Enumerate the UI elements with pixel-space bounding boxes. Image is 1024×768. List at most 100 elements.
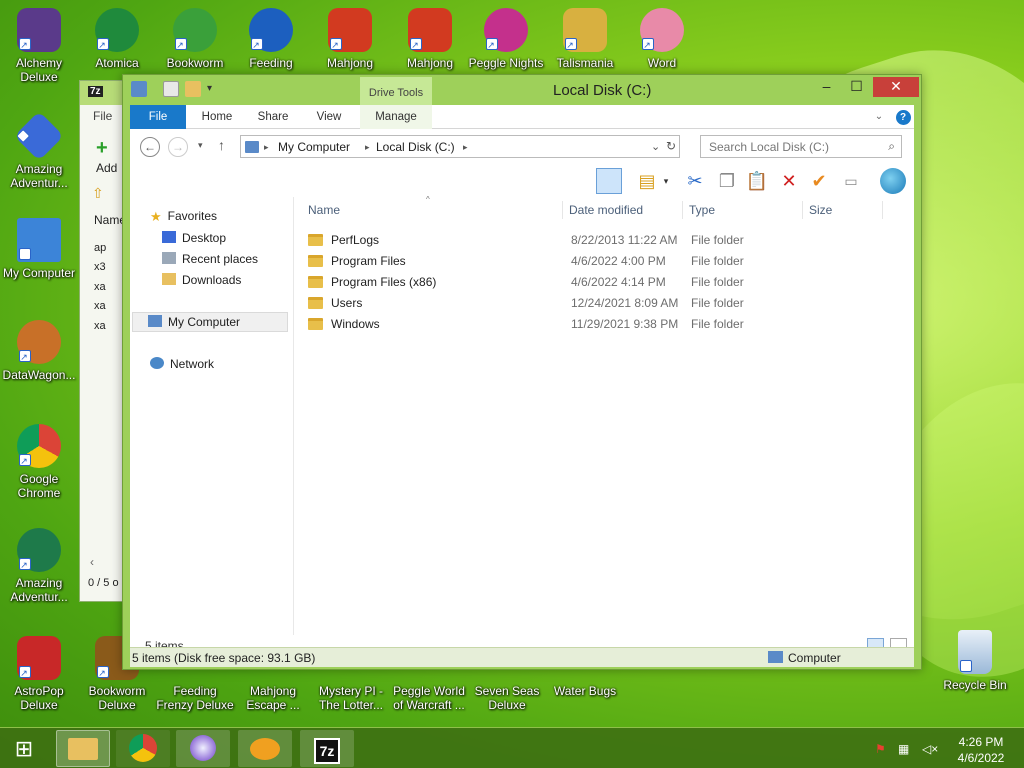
desktop-icon-alchemy-deluxe[interactable]: ↗ Alchemy Deluxe	[0, 8, 78, 84]
explorer-window[interactable]: ▾ Drive Tools Local Disk (C:) – ☐ ✕ File…	[122, 74, 922, 670]
column-header-size[interactable]: Size	[809, 203, 832, 217]
help-button[interactable]: ?	[894, 105, 912, 129]
desktop-icon-peggle-nights[interactable]: ↗ Peggle Nights	[467, 8, 545, 70]
table-row[interactable]: Users 12/24/2021 8:09 AM File folder	[304, 293, 904, 314]
seven-zip-window[interactable]: 7z File + Add ⇧ Name ap x3 xa xa xa ‹ 0 …	[79, 80, 127, 602]
column-divider[interactable]	[562, 201, 563, 219]
address-bar[interactable]: ▸ My Computer ▸ Local Disk (C:) ▸ ⌄	[240, 135, 680, 158]
desktop-icon-atomica[interactable]: ↗ Atomica	[78, 8, 156, 70]
breadcrumb-chevron-icon[interactable]: ▸	[365, 142, 370, 153]
maximize-button[interactable]: ☐	[843, 77, 870, 97]
desktop-icon-label: Google Chrome	[17, 472, 61, 500]
back-button[interactable]: ←	[140, 137, 160, 157]
network-icon[interactable]: ▦	[898, 742, 912, 756]
properties-icon[interactable]	[163, 81, 179, 97]
folder-options-icon[interactable]: ▤	[634, 168, 660, 194]
desktop-icon-word[interactable]: ↗ Word	[623, 8, 701, 70]
desktop-icon-google-chrome[interactable]: ↗ Google Chrome	[0, 424, 78, 500]
desktop-icon-bookworm[interactable]: ↗ Bookworm	[156, 8, 234, 70]
volume-muted-icon[interactable]: ◁×	[922, 742, 938, 756]
rename-icon[interactable]: ▭	[838, 168, 864, 194]
seven-zip-titlebar[interactable]: 7z	[80, 81, 126, 105]
recent-locations-icon[interactable]: ▾	[198, 140, 203, 151]
breadcrumb-local-disk[interactable]: Local Disk (C:)	[376, 140, 455, 154]
close-button[interactable]: ✕	[873, 77, 919, 97]
up-arrow-icon[interactable]: ↑	[218, 137, 225, 153]
seven-zip-icon: 7z	[313, 738, 341, 764]
window-titlebar[interactable]: ▾ Drive Tools Local Disk (C:) – ☐ ✕	[123, 75, 921, 107]
seven-zip-add-button[interactable]: Add	[96, 161, 117, 175]
column-header-type[interactable]: Type	[689, 203, 715, 217]
seven-zip-menu-file[interactable]: File	[80, 105, 126, 123]
minimize-button[interactable]: –	[813, 77, 840, 97]
cut-icon[interactable]: ✂	[682, 168, 708, 194]
column-divider[interactable]	[802, 201, 803, 219]
file-name: Program Files	[331, 254, 406, 268]
taskbar-clock[interactable]: 4:26 PM 4/6/2022	[948, 734, 1014, 766]
column-divider[interactable]	[882, 201, 883, 219]
list-item[interactable]: xa	[94, 278, 106, 297]
desktop-icon-amazing-adventures-1[interactable]: Amazing Adventur...	[0, 111, 78, 190]
new-folder-icon[interactable]	[185, 81, 201, 97]
list-item[interactable]: ap	[94, 239, 106, 258]
address-dropdown-icon[interactable]: ⌄	[651, 140, 660, 153]
search-input[interactable]: Search Local Disk (C:) ⌕	[700, 135, 902, 158]
desktop-icon-astropop-deluxe[interactable]: ↗ AstroPop Deluxe	[0, 636, 78, 712]
nav-my-computer[interactable]: My Computer	[132, 312, 288, 332]
nav-favorites[interactable]: ★ Favorites	[150, 209, 217, 224]
column-divider[interactable]	[682, 201, 683, 219]
table-row[interactable]: Program Files 4/6/2022 4:00 PM File fold…	[304, 251, 904, 272]
list-item[interactable]: x3	[94, 258, 106, 277]
paste-icon[interactable]: 📋	[744, 168, 770, 194]
chevron-down-icon[interactable]: ▾	[660, 168, 672, 194]
customize-qat-icon[interactable]: ▾	[207, 81, 223, 97]
taskbar-gem-app[interactable]	[176, 730, 230, 767]
nav-downloads[interactable]: Downloads	[162, 273, 241, 287]
up-folder-icon[interactable]: ⇧	[92, 185, 104, 202]
column-header-name[interactable]: Name	[308, 203, 340, 217]
file-date: 12/24/2021 8:09 AM	[571, 296, 679, 310]
nav-desktop[interactable]: Desktop	[162, 231, 226, 245]
tab-view[interactable]: View	[304, 105, 354, 129]
copy-icon[interactable]: ❐	[714, 168, 740, 194]
scroll-left-icon[interactable]: ‹	[90, 555, 94, 569]
taskbar-7zip[interactable]: 7z	[300, 730, 354, 767]
desktop-icon-label: Atomica	[95, 56, 139, 70]
table-row[interactable]: PerfLogs 8/22/2013 11:22 AM File folder	[304, 230, 904, 251]
nav-recent-places[interactable]: Recent places	[162, 252, 258, 266]
forward-button[interactable]: →	[168, 137, 188, 157]
desktop-icon-amazing-adventures-2[interactable]: ↗ Amazing Adventur...	[0, 528, 78, 604]
checkmark-icon[interactable]: ✔	[806, 168, 832, 194]
column-header-date[interactable]: Date modified	[569, 203, 643, 217]
desktop-icon-mahjong-2[interactable]: ↗ Mahjong	[391, 8, 469, 70]
action-center-flag-icon[interactable]: ⚑	[875, 742, 889, 756]
desktop-icon-datawagon[interactable]: ↗ DataWagon...	[0, 320, 78, 382]
chevron-down-icon[interactable]: ⌄	[870, 105, 888, 129]
desktop-icon-feeding[interactable]: ↗ Feeding	[232, 8, 310, 70]
desktop-icon-my-computer[interactable]: My Computer	[0, 218, 78, 280]
breadcrumb-my-computer[interactable]: My Computer	[278, 140, 350, 154]
tab-manage[interactable]: Manage	[360, 105, 432, 129]
preview-pane-icon[interactable]	[596, 168, 622, 194]
start-button[interactable]: ⊞	[0, 730, 48, 767]
nav-network[interactable]: Network	[150, 357, 214, 371]
delete-icon[interactable]: ✕	[776, 168, 802, 194]
desktop-icon-recycle-bin[interactable]: Recycle Bin	[936, 630, 1014, 692]
table-row[interactable]: Windows 11/29/2021 9:38 PM File folder	[304, 314, 904, 335]
taskbar-chrome[interactable]	[116, 730, 170, 767]
breadcrumb-chevron-icon[interactable]: ▸	[463, 142, 468, 153]
refresh-icon[interactable]: ↻	[666, 139, 676, 153]
desktop-icon-mahjong-1[interactable]: ↗ Mahjong	[311, 8, 389, 70]
taskbar-file-explorer[interactable]	[56, 730, 110, 767]
context-tab-drive-tools[interactable]: Drive Tools	[360, 77, 432, 107]
tab-file[interactable]: File	[130, 105, 186, 129]
desktop-icon-talismania[interactable]: ↗ Talismania	[546, 8, 624, 70]
taskbar-fish-app[interactable]	[238, 730, 292, 767]
tab-share[interactable]: Share	[248, 105, 298, 129]
table-row[interactable]: Program Files (x86) 4/6/2022 4:14 PM Fil…	[304, 272, 904, 293]
breadcrumb-chevron-icon[interactable]: ▸	[264, 142, 269, 153]
tab-home[interactable]: Home	[192, 105, 242, 129]
list-item[interactable]: xa	[94, 297, 106, 316]
list-item[interactable]: xa	[94, 317, 106, 336]
globe-icon[interactable]	[880, 168, 906, 194]
